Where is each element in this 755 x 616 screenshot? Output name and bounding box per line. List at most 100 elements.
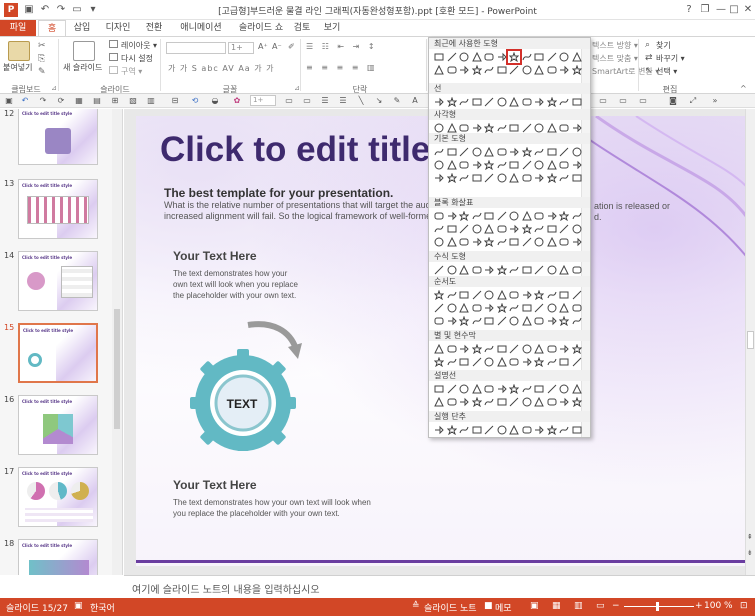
shape-option-icon[interactable]: [472, 211, 482, 221]
shape-option-icon[interactable]: [497, 344, 507, 354]
shape-option-icon[interactable]: [522, 425, 532, 435]
shape-option-icon[interactable]: [572, 147, 582, 157]
shape-option-icon[interactable]: [509, 160, 519, 170]
shape-option-icon[interactable]: [572, 303, 582, 313]
shape-option-icon[interactable]: [459, 237, 469, 247]
slide-thumbnail[interactable]: Click to edit title style: [18, 467, 98, 527]
shape-option-icon[interactable]: [484, 173, 494, 183]
shape-option-icon[interactable]: [509, 97, 519, 107]
shape-option-icon[interactable]: [572, 290, 582, 300]
shape-option-icon[interactable]: [559, 357, 569, 367]
shape-option-icon[interactable]: [509, 357, 519, 367]
clipboard-launcher-icon[interactable]: ⊿: [51, 84, 57, 92]
find-button[interactable]: 찾기: [656, 40, 671, 51]
help-button[interactable]: ?: [681, 2, 697, 17]
shape-option-icon[interactable]: [522, 123, 532, 133]
shape-option-icon[interactable]: [484, 65, 494, 75]
shape-option-icon[interactable]: [534, 316, 544, 326]
group-icon[interactable]: ▥: [146, 96, 156, 106]
shape-option-icon[interactable]: [459, 173, 469, 183]
slide-title[interactable]: Click to edit title s: [160, 130, 460, 170]
tab-animations[interactable]: 애니메이션: [172, 20, 230, 36]
zoom-slider-thumb[interactable]: [656, 602, 659, 611]
shape-option-icon[interactable]: [484, 211, 494, 221]
shape-option-icon[interactable]: [547, 52, 557, 62]
selected-rounded-rectangle-icon[interactable]: [506, 49, 522, 65]
shape-option-icon[interactable]: [459, 265, 469, 275]
shape-option-icon[interactable]: [521, 211, 532, 221]
save-icon[interactable]: ▣: [4, 96, 14, 106]
shape-option-icon[interactable]: [434, 290, 444, 300]
tab-home[interactable]: 홈: [38, 20, 66, 36]
shape-option-icon[interactable]: [471, 344, 482, 354]
shape-option-icon[interactable]: [509, 397, 519, 407]
shape-option-icon[interactable]: [446, 97, 457, 107]
shape-option-icon[interactable]: [484, 303, 494, 313]
slide-body-line-continued[interactable]: d.: [594, 212, 602, 222]
new-slide-icon[interactable]: [73, 41, 95, 61]
font-format-buttons[interactable]: 가 가 S abc AV Aa 가 가: [168, 63, 275, 74]
textbox-mini-icon[interactable]: A: [410, 96, 420, 106]
tab-slideshow[interactable]: 슬라이드 쇼: [232, 20, 290, 36]
shape-option-icon[interactable]: [559, 344, 569, 354]
shape-option-icon[interactable]: [534, 425, 544, 435]
shape-option-icon[interactable]: [434, 224, 444, 234]
shape-option-icon[interactable]: [484, 397, 494, 407]
shape-option-icon[interactable]: [484, 160, 494, 170]
format-painter-icon[interactable]: ✎: [38, 67, 46, 77]
shape-option-icon[interactable]: [484, 344, 494, 354]
shape-option-icon[interactable]: [447, 384, 457, 394]
tab-transitions[interactable]: 전환: [140, 20, 168, 36]
text-block-title[interactable]: Your Text Here: [173, 249, 257, 263]
spellcheck-icon[interactable]: ▣: [74, 601, 83, 611]
shape-option-icon[interactable]: [446, 425, 457, 435]
shape-option-icon[interactable]: [472, 147, 482, 157]
shape-option-icon[interactable]: [447, 65, 457, 75]
comments-icon[interactable]: ■: [484, 601, 493, 611]
scrollbar-thumb[interactable]: [747, 331, 754, 349]
shape-option-icon[interactable]: [509, 303, 519, 313]
shape-option-icon[interactable]: [434, 265, 444, 275]
shape-option-icon[interactable]: [484, 147, 494, 157]
frame-mini-icon[interactable]: ▭: [638, 96, 648, 106]
shape-option-icon[interactable]: [534, 97, 544, 107]
zoom-in-icon[interactable]: +: [695, 601, 703, 611]
replace-icon[interactable]: ⇄: [645, 53, 653, 63]
reset-button[interactable]: 다시 설정: [121, 53, 153, 64]
shape-option-icon[interactable]: [572, 237, 582, 247]
repeat-icon[interactable]: ⟳: [56, 96, 66, 106]
shape-option-icon[interactable]: [497, 211, 507, 221]
shape-option-icon[interactable]: [534, 52, 544, 62]
shape-option-icon[interactable]: [559, 384, 569, 394]
shape-option-icon[interactable]: [522, 357, 532, 367]
shape-option-icon[interactable]: [497, 147, 507, 157]
font-size-dropdown[interactable]: 1+: [228, 42, 254, 54]
shape-option-icon[interactable]: [447, 303, 457, 313]
shape-option-icon[interactable]: [547, 211, 557, 221]
shape-option-icon[interactable]: [459, 224, 469, 234]
shape-option-icon[interactable]: [471, 384, 482, 394]
shape-option-icon[interactable]: [497, 65, 507, 75]
replace-button[interactable]: 바꾸기 ▾: [656, 53, 685, 64]
fit-to-window-icon[interactable]: ⊡: [740, 601, 748, 611]
shape-option-icon[interactable]: [484, 97, 494, 107]
shape-option-icon[interactable]: [522, 303, 532, 313]
shape-option-icon[interactable]: [459, 425, 469, 435]
shape-option-icon[interactable]: [459, 147, 469, 157]
align-icon[interactable]: ⊟: [170, 96, 180, 106]
shape-option-icon[interactable]: [472, 123, 482, 133]
shape-option-icon[interactable]: [484, 224, 494, 234]
shape-option-icon[interactable]: [509, 237, 519, 247]
shape-option-icon[interactable]: [546, 97, 557, 107]
shape-option-icon[interactable]: [571, 65, 582, 75]
shape-option-icon[interactable]: [447, 265, 457, 275]
shape-option-icon[interactable]: [534, 397, 544, 407]
shape-option-icon[interactable]: [572, 316, 582, 326]
shape-option-icon[interactable]: [497, 173, 507, 183]
slide-thumbnail[interactable]: Click to edit title style: [18, 179, 98, 239]
shape-option-icon[interactable]: [559, 303, 569, 313]
select-icon[interactable]: ↖: [645, 66, 653, 76]
font-launcher-icon[interactable]: ⊿: [294, 84, 300, 92]
shape-option-icon[interactable]: [572, 357, 582, 367]
shape-option-icon[interactable]: [534, 357, 544, 367]
